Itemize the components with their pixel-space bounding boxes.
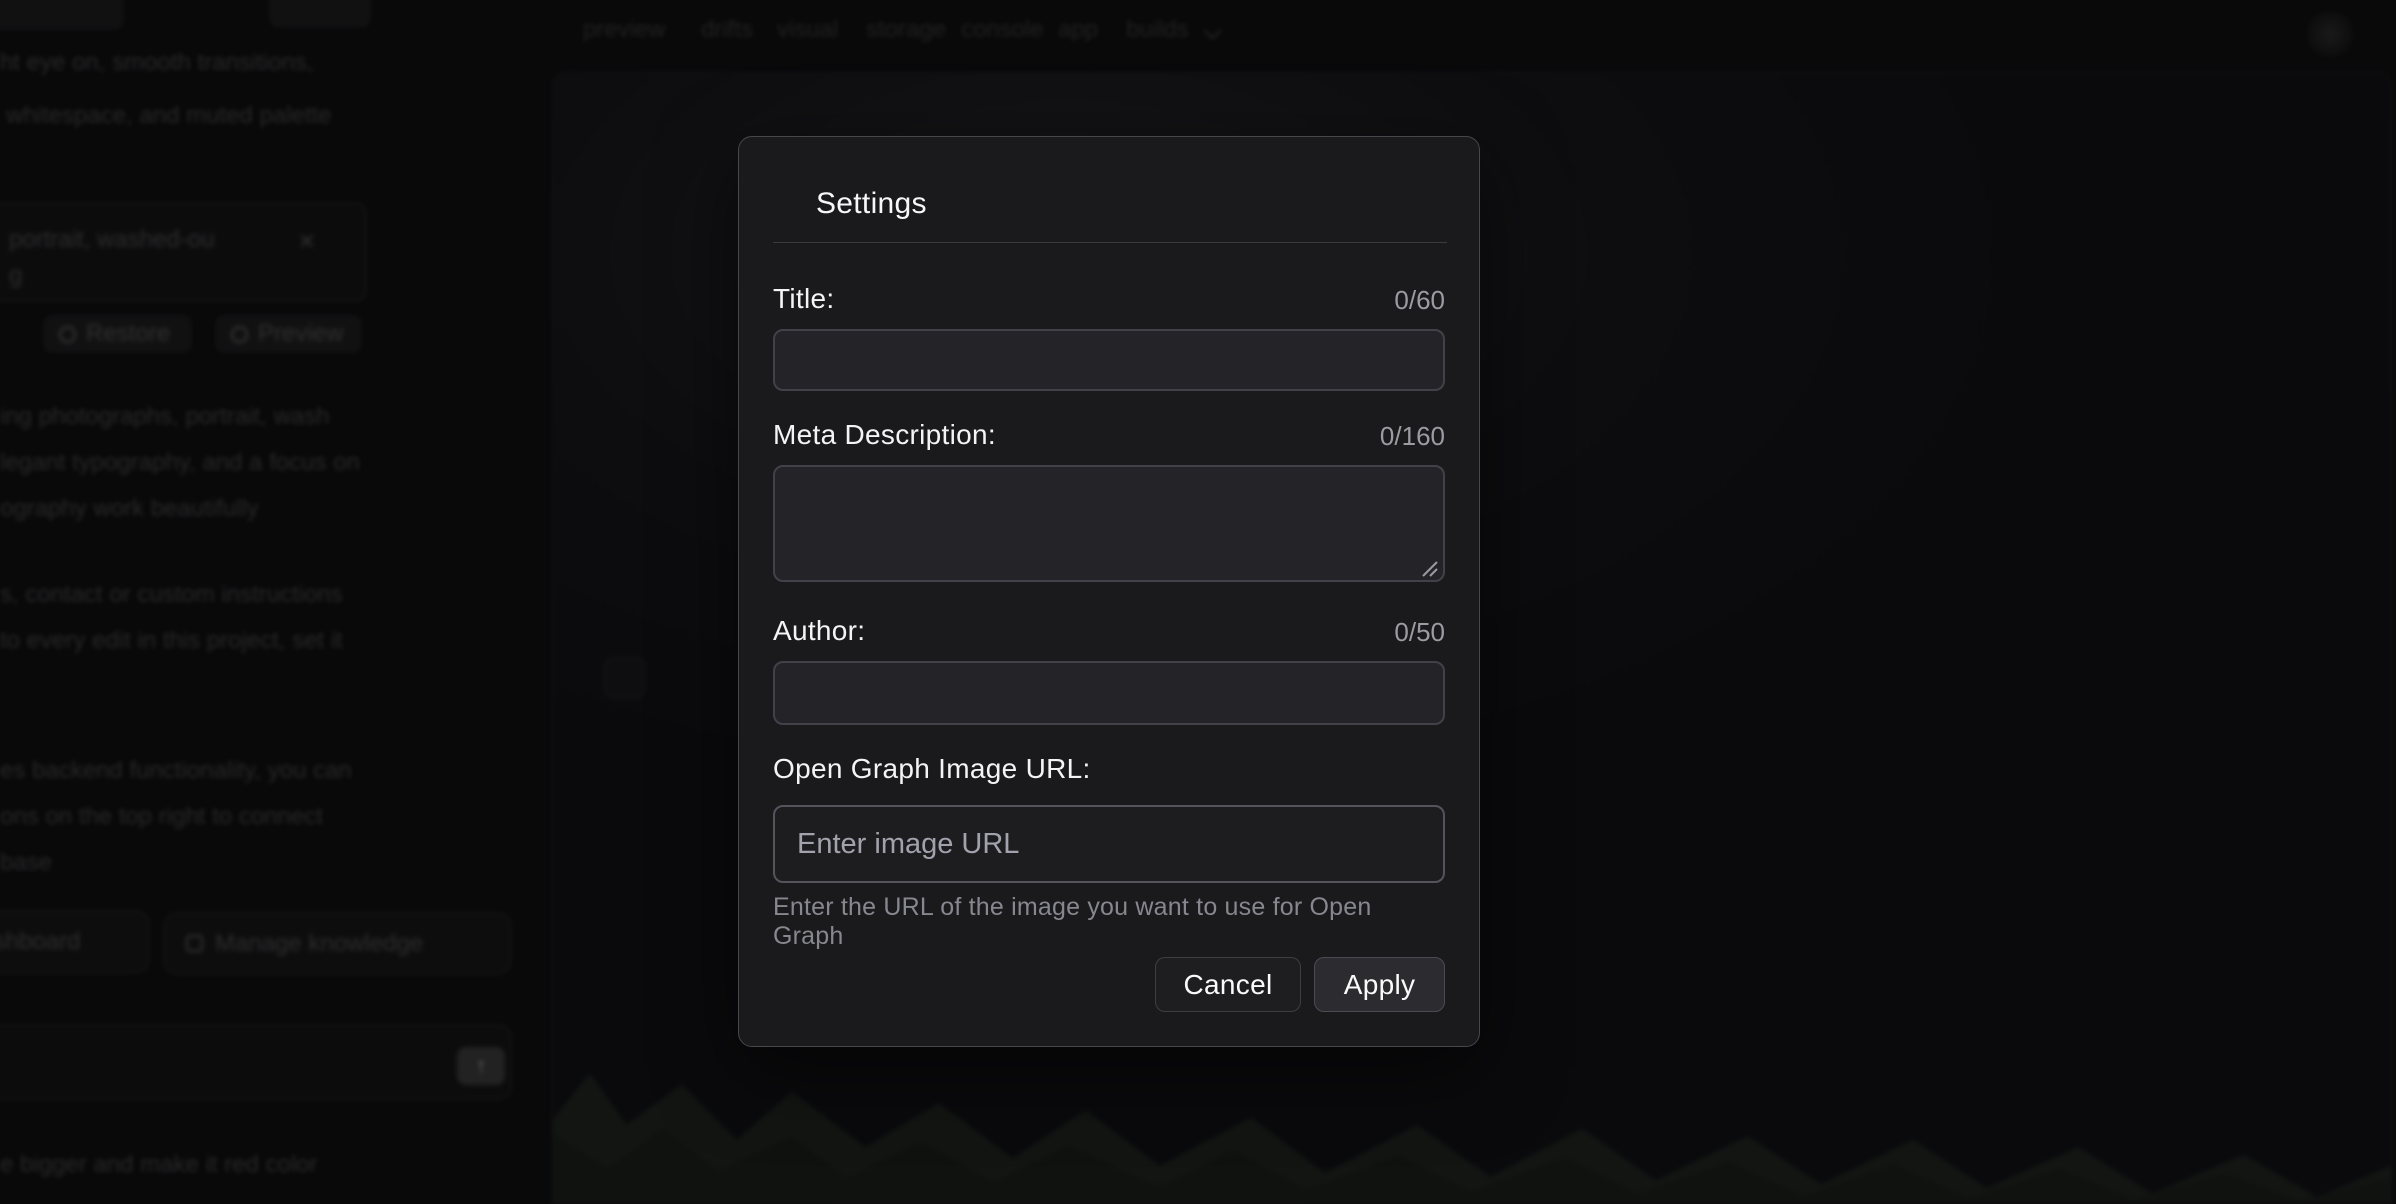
version-card-text: portrait, washed-ou	[9, 225, 214, 255]
url-segment: app	[1058, 16, 1098, 44]
chat-message-line: to every edit in this project, set it	[0, 626, 343, 656]
url-segment: console	[961, 16, 1044, 44]
author-input[interactable]	[773, 661, 1445, 725]
title-input[interactable]	[773, 329, 1445, 391]
chat-message-line: es backend functionality, you can	[0, 756, 352, 786]
version-card-text: g	[9, 261, 22, 291]
chat-message-line: base	[0, 848, 52, 878]
chat-message-line: s, contact or custom instructions	[0, 580, 343, 610]
url-segment: preview	[583, 16, 666, 44]
sidebar-header-pill[interactable]	[0, 0, 124, 30]
author-label: Author:	[773, 615, 865, 647]
send-button[interactable]: ↑	[457, 1047, 505, 1085]
chat-sidebar: ht eye on, smooth transitions, whitespac…	[0, 0, 537, 1204]
settings-dialog: Settings Title: 0/60 Meta Description: 0…	[738, 136, 1480, 1047]
manage-knowledge-label: Manage knowledge	[215, 930, 423, 958]
url-segment: storage	[866, 16, 946, 44]
chat-message-line: ht eye on, smooth transitions,	[0, 48, 314, 78]
dashboard-button[interactable]: Dashboard	[0, 910, 150, 974]
chevron-down-icon[interactable]	[1203, 21, 1221, 39]
version-card[interactable]: portrait, washed-ou g ✕	[0, 202, 367, 302]
preview-label: Preview	[258, 320, 343, 348]
chat-input[interactable]: ↑	[0, 1024, 512, 1100]
panel-edit-button[interactable]	[605, 658, 645, 698]
url-segment: visual	[777, 16, 838, 44]
title-counter: 0/60	[1394, 285, 1445, 316]
manage-knowledge-button[interactable]: Manage knowledge	[163, 912, 512, 975]
author-counter: 0/50	[1394, 617, 1445, 648]
chat-message-line: whitespace, and muted palette	[6, 101, 332, 131]
chat-message-line: ing photographs, portrait, wash	[0, 402, 330, 432]
url-segment: builds	[1126, 16, 1189, 44]
close-icon[interactable]: ✕	[298, 229, 316, 255]
chat-message-line: ography work beautifully	[0, 494, 259, 524]
send-icon: ↑	[476, 1053, 487, 1079]
url-segment: drifts	[701, 16, 753, 44]
topbar-action-icon[interactable]	[2306, 10, 2354, 58]
draft-message-line: e bigger and make it red color	[0, 1150, 318, 1180]
meta-description-counter: 0/160	[1380, 421, 1445, 452]
sidebar-header-pill[interactable]	[269, 0, 371, 28]
restore-label: Restore	[86, 320, 170, 348]
cancel-button[interactable]: Cancel	[1155, 957, 1301, 1012]
title-label: Title:	[773, 283, 834, 315]
restore-button[interactable]: Restore	[43, 315, 192, 353]
dashboard-label: Dashboard	[0, 928, 80, 956]
preview-button[interactable]: Preview	[215, 315, 362, 353]
chat-message-line: ons on the top right to connect	[0, 802, 323, 832]
og-image-url-input[interactable]	[773, 805, 1445, 883]
meta-description-textarea[interactable]	[773, 465, 1445, 582]
dialog-button-row: Cancel Apply	[1155, 957, 1445, 1012]
chat-message-line: legant typography, and a focus on	[0, 448, 360, 478]
dialog-title: Settings	[816, 187, 927, 221]
og-image-url-label: Open Graph Image URL:	[773, 753, 1091, 785]
restore-icon	[59, 326, 76, 343]
eye-icon	[231, 326, 248, 343]
meta-description-label: Meta Description:	[773, 419, 996, 451]
divider	[773, 242, 1447, 243]
apply-button[interactable]: Apply	[1314, 957, 1445, 1012]
book-icon	[186, 935, 203, 952]
og-image-url-helper: Enter the URL of the image you want to u…	[773, 893, 1445, 951]
